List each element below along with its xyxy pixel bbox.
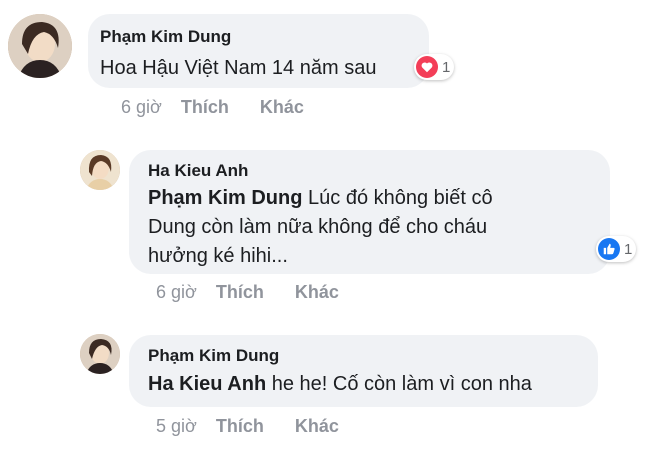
comment-author[interactable]: Phạm Kim Dung <box>100 27 231 47</box>
profile-photo <box>80 150 120 190</box>
comment-actions: 5 giờ Thích Khác <box>156 416 339 437</box>
reaction-count[interactable]: 1 <box>596 236 637 262</box>
comment-text: Phạm Kim Dung Lúc đó không biết cô <box>148 183 493 213</box>
thumbs-up-icon <box>598 238 620 260</box>
comment-text-line: he he! Cố còn làm vì con nha <box>271 373 532 395</box>
reaction-count[interactable]: 1 <box>414 54 455 80</box>
comment-author[interactable]: Phạm Kim Dung <box>148 346 279 366</box>
reaction-number: 1 <box>442 58 451 76</box>
like-button[interactable]: Thích <box>216 416 264 437</box>
comment-text: Ha Kieu Anh he he! Cố còn làm vì con nha <box>148 369 532 399</box>
comment-text-line: Dung còn làm nữa không để cho cháu <box>148 216 488 238</box>
comment-text-line: hưởng ké hihi... <box>148 245 288 267</box>
comment-actions: 6 giờ Thích Khác <box>156 282 339 303</box>
like-button[interactable]: Thích <box>216 282 264 303</box>
comment-timestamp[interactable]: 6 giờ <box>156 282 197 303</box>
avatar[interactable] <box>80 334 120 374</box>
avatar[interactable] <box>8 14 72 78</box>
mention-link[interactable]: Phạm Kim Dung <box>148 187 302 209</box>
comment-author[interactable]: Ha Kieu Anh <box>148 161 248 181</box>
avatar[interactable] <box>80 150 120 190</box>
more-button[interactable]: Khác <box>260 97 304 118</box>
more-button[interactable]: Khác <box>295 416 339 437</box>
comment-actions: 6 giờ Thích Khác <box>121 97 304 118</box>
comment-timestamp[interactable]: 5 giờ <box>156 416 197 437</box>
profile-photo <box>80 334 120 374</box>
profile-photo <box>8 14 72 78</box>
more-button[interactable]: Khác <box>295 282 339 303</box>
like-button[interactable]: Thích <box>181 97 229 118</box>
comment-text-line: Lúc đó không biết cô <box>308 187 493 209</box>
comment-timestamp[interactable]: 6 giờ <box>121 97 162 118</box>
reaction-number: 1 <box>624 240 633 258</box>
heart-icon <box>416 56 438 78</box>
comment-text: Hoa Hậu Việt Nam 14 năm sau <box>100 57 377 79</box>
mention-link[interactable]: Ha Kieu Anh <box>148 373 266 395</box>
